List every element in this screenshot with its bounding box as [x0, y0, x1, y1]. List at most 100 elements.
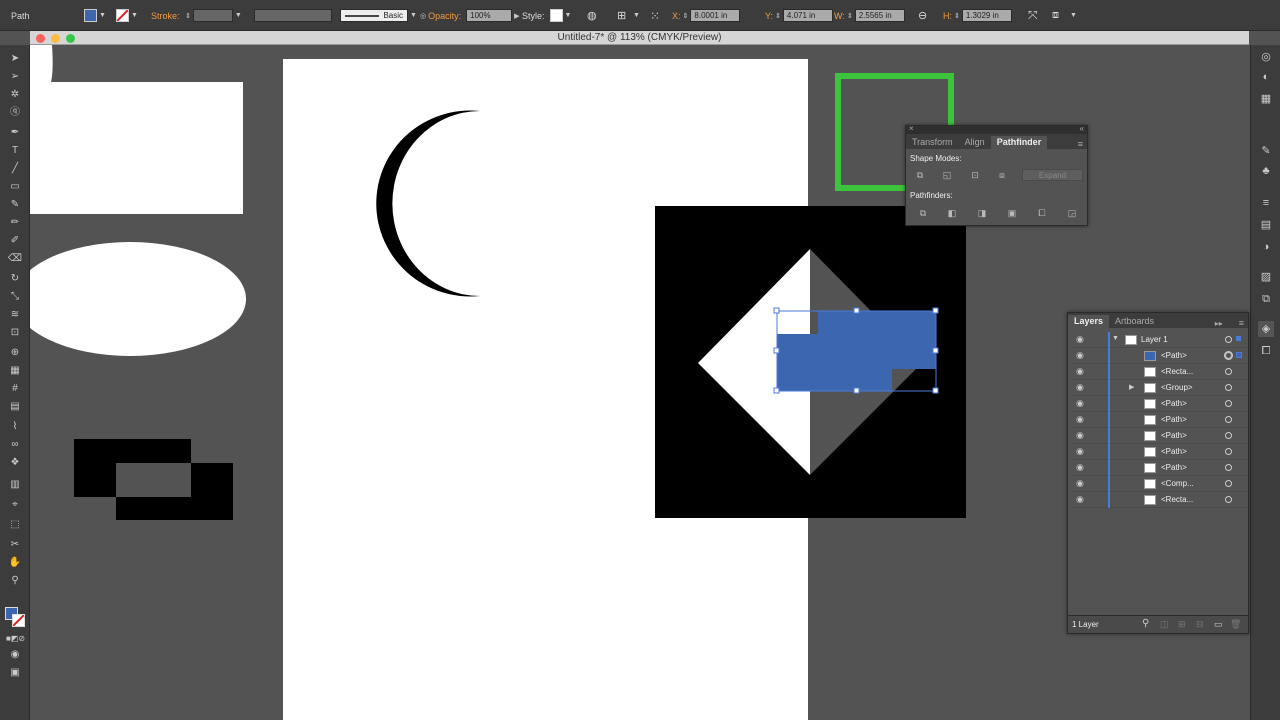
paintbrush-tool-icon[interactable]: ✎ [6, 197, 24, 213]
opacity-input[interactable]: 100% [466, 9, 513, 22]
target-circle-icon[interactable] [1225, 448, 1232, 455]
opacity-label[interactable]: Opacity: [428, 11, 461, 21]
list-item[interactable]: ◉ <Path> [1071, 460, 1247, 476]
tab-layers[interactable]: Layers [1068, 315, 1110, 328]
swatches-icon[interactable]: ▦ [1258, 91, 1274, 107]
fill-swatch[interactable]: ▼ [84, 8, 108, 23]
line-tool-icon[interactable]: ╱ [6, 161, 24, 177]
exclude-icon[interactable]: ⧈ [996, 170, 1008, 181]
artboards-panel-icon[interactable]: ⧠ [1258, 343, 1274, 359]
panel-menu-icon[interactable]: ≡ [1078, 139, 1083, 149]
tab-transform[interactable]: Transform [906, 136, 959, 149]
visibility-eye-icon[interactable]: ◉ [1076, 382, 1084, 393]
scissors-tool-icon[interactable]: ✂ [6, 537, 24, 553]
tab-artboards[interactable]: Artboards [1109, 315, 1160, 328]
outline-icon[interactable]: ⧠ [1036, 208, 1048, 219]
tab-align[interactable]: Align [959, 136, 991, 149]
lasso-tool-icon[interactable]: ⓠ [6, 105, 24, 121]
list-item[interactable]: ◉ <Path> [1071, 348, 1247, 364]
stroke-swatch[interactable]: ▼ [116, 8, 140, 23]
trash-icon[interactable]: 🗑 [1230, 619, 1241, 630]
w-control[interactable]: W: ⇕ 2.5565 in [834, 8, 905, 23]
new-item-icon[interactable]: ▭ [1214, 619, 1223, 630]
pen-tool-icon[interactable]: ✒ [6, 125, 24, 141]
stroke-weight-input[interactable] [192, 9, 233, 22]
direct-selection-tool-icon[interactable]: ➢ [6, 69, 24, 85]
zoom-window-icon[interactable] [66, 34, 75, 43]
visibility-eye-icon[interactable]: ◉ [1076, 478, 1084, 489]
w-input[interactable]: 2.5565 in [854, 9, 905, 22]
target-circle-icon[interactable] [1225, 400, 1232, 407]
symbols-icon[interactable]: ♣ [1258, 163, 1274, 179]
item-name[interactable]: <Recta... [1161, 367, 1193, 376]
y-input[interactable]: 4.071 in [782, 9, 833, 22]
target-circle-icon[interactable] [1225, 352, 1232, 359]
target-circle-icon[interactable] [1225, 432, 1232, 439]
zoom-tool-icon[interactable]: ⚲ [6, 573, 24, 589]
rectangle-tool-icon[interactable]: ▭ [6, 179, 24, 195]
visibility-eye-icon[interactable]: ◉ [1076, 446, 1084, 457]
list-item[interactable]: ◉ <Path> [1071, 396, 1247, 412]
stroke-color-box[interactable] [12, 614, 25, 627]
item-name[interactable]: <Path> [1161, 431, 1187, 440]
isolate-icon[interactable]: ⧈ [1052, 8, 1059, 23]
target-circle-icon[interactable] [1225, 336, 1232, 343]
slice-tool-icon[interactable]: ⬚ [6, 517, 24, 533]
close-window-icon[interactable] [36, 34, 45, 43]
align-to-icon[interactable]: ⊞ [617, 8, 626, 23]
stroke-label[interactable]: Stroke: [151, 8, 180, 23]
target-circle-icon[interactable] [1225, 480, 1232, 487]
graphic-styles-icon[interactable]: ▨ [1258, 269, 1274, 285]
fill-color-swatch[interactable] [84, 9, 97, 22]
variable-width-profile[interactable] [254, 8, 332, 23]
draw-mode-icon[interactable]: ◉ [6, 647, 24, 663]
stepper-icon[interactable]: ⇕ [847, 12, 853, 20]
list-item[interactable]: ◉ <Recta... [1071, 364, 1247, 380]
eyedropper-tool-icon[interactable]: ⌇ [6, 419, 24, 435]
item-name[interactable]: <Recta... [1161, 495, 1193, 504]
list-item[interactable]: ◉ <Path> [1071, 428, 1247, 444]
chevron-right-icon[interactable]: ▶ [514, 12, 519, 20]
minus-front-icon[interactable]: ◱ [941, 170, 953, 181]
close-icon[interactable]: × [909, 124, 914, 133]
column-graph-tool-icon[interactable]: ▥ [6, 477, 24, 493]
item-name[interactable]: <Path> [1161, 463, 1187, 472]
visibility-eye-icon[interactable]: ◉ [1076, 494, 1084, 505]
minimize-window-icon[interactable] [51, 34, 60, 43]
visibility-eye-icon[interactable]: ◉ [1076, 334, 1084, 345]
panel-menu-icon[interactable]: ≡ [1239, 318, 1244, 328]
chevron-down-icon[interactable]: ▼ [235, 12, 242, 19]
trim-icon[interactable]: ◧ [946, 208, 958, 219]
selection-indicator[interactable] [1236, 336, 1241, 341]
new-sublayer-icon[interactable]: ⊞ [1178, 619, 1186, 630]
perspective-grid-tool-icon[interactable]: ▦ [6, 363, 24, 379]
stepper-icon[interactable]: ⇕ [185, 12, 191, 20]
shape-builder-tool-icon[interactable]: ⊕ [6, 345, 24, 361]
h-input[interactable]: 1.3029 in [961, 9, 1012, 22]
transparency-icon[interactable]: ◑ [1258, 239, 1274, 255]
visibility-eye-icon[interactable]: ◉ [1076, 414, 1084, 425]
new-layer-icon[interactable]: ⊟ [1196, 619, 1204, 630]
brushes-icon[interactable]: ✎ [1258, 143, 1274, 159]
item-name[interactable]: <Comp... [1161, 479, 1194, 488]
pencil-tool-icon[interactable]: ✏ [6, 215, 24, 231]
panel-header-bar[interactable]: × « [906, 124, 1087, 134]
blend-tool-icon[interactable]: ∞ [6, 437, 24, 453]
opacity-target-icon[interactable]: ◎ [420, 12, 426, 20]
item-name[interactable]: <Path> [1161, 399, 1187, 408]
expand-triangle-icon[interactable]: ▼ [1112, 335, 1119, 342]
item-name[interactable]: <Path> [1161, 447, 1187, 456]
chevron-down-icon[interactable]: ▼ [1070, 8, 1077, 23]
unite-icon[interactable]: ⧉ [914, 170, 926, 181]
style-control[interactable]: Style: ▼ [522, 8, 573, 23]
merge-icon[interactable]: ◨ [976, 208, 988, 219]
h-control[interactable]: H: ⇕ 1.3029 in [943, 8, 1012, 23]
layer-name[interactable]: Layer 1 [1141, 335, 1168, 344]
blob-brush-tool-icon[interactable]: ✐ [6, 233, 24, 249]
chevron-down-icon[interactable]: ▼ [565, 12, 572, 19]
expand-button[interactable]: Expand [1022, 169, 1083, 181]
stepper-icon[interactable]: ⇕ [683, 12, 689, 20]
selection-indicator[interactable] [1236, 352, 1242, 358]
x-input[interactable]: 8.0001 in [690, 9, 741, 22]
target-circle-icon[interactable] [1225, 416, 1232, 423]
